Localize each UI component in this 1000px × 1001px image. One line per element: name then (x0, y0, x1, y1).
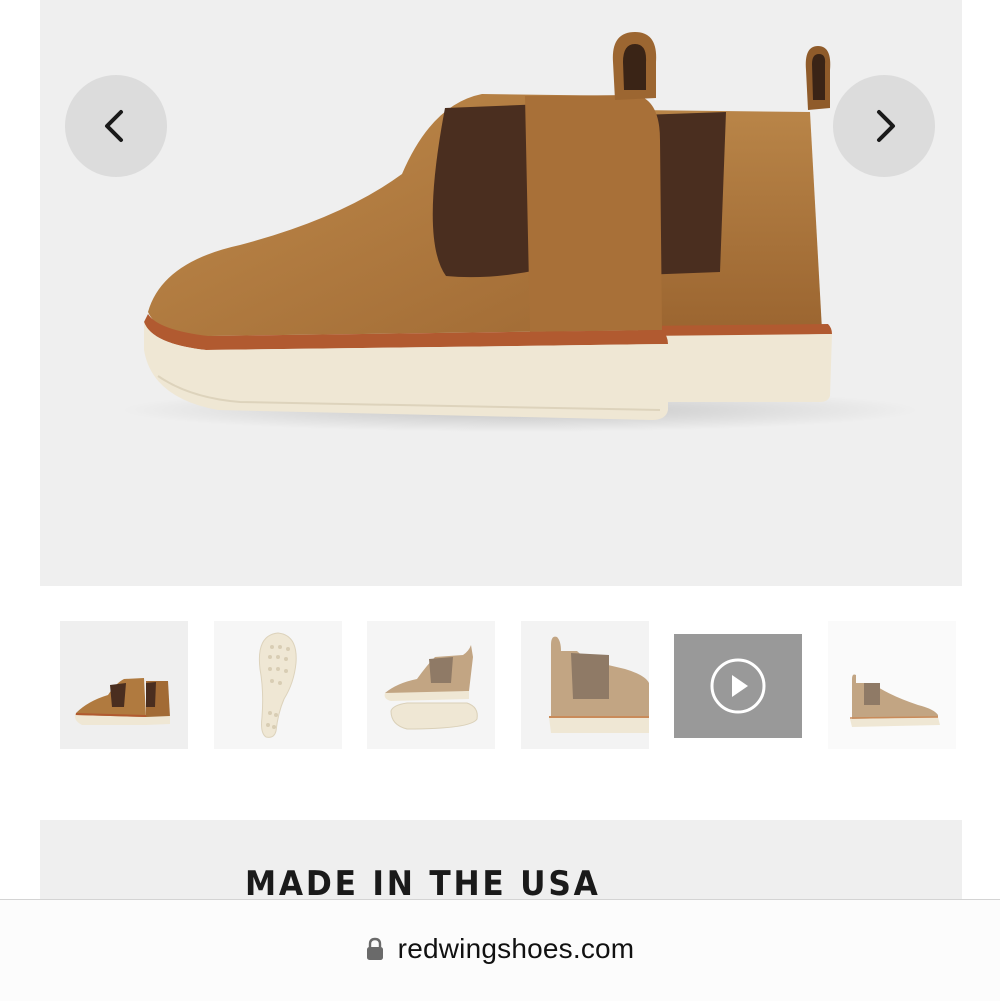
url-display[interactable]: redwingshoes.com (0, 933, 1000, 965)
thumbnail-boots-pair[interactable] (60, 621, 188, 749)
boot-back-heel-thumbnail (549, 636, 649, 733)
boots-pair-back-thumbnail (74, 678, 170, 725)
outsole-thumbnail (258, 632, 297, 738)
boot-side-and-sole-thumbnail (384, 645, 478, 730)
product-main-image (40, 0, 962, 586)
thumbnail-outsole[interactable] (214, 621, 342, 749)
next-image-button[interactable] (833, 75, 935, 177)
chelsea-boots-image (120, 32, 920, 432)
url-text: redwingshoes.com (397, 933, 635, 964)
boot-profile-thumbnail (849, 674, 940, 727)
chevron-left-icon (105, 110, 123, 142)
lock-icon (366, 937, 383, 960)
thumbnail-heel[interactable] (521, 621, 649, 749)
thumbnail-video[interactable] (674, 634, 802, 738)
browser-address-bar[interactable]: redwingshoes.com (0, 899, 1000, 1001)
thumbnail-profile[interactable] (828, 621, 956, 749)
previous-image-button[interactable] (65, 75, 167, 177)
thumbnail-strip (0, 621, 1000, 749)
thumbnail-side-sole[interactable] (367, 621, 495, 749)
section-title: MADE IN THE USA (245, 864, 601, 904)
play-icon (710, 658, 766, 714)
chevron-right-icon (877, 110, 895, 142)
